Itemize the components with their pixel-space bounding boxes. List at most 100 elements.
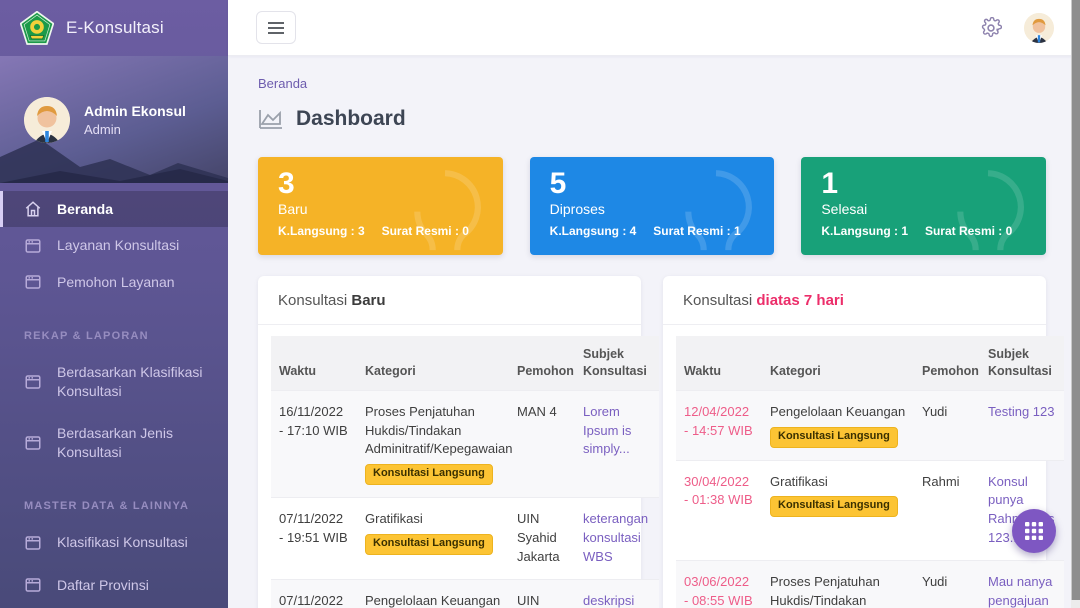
sidebar-item-klasifikasi-konsultasi[interactable]: Klasifikasi Konsultasi — [0, 524, 228, 560]
row-kategori: Proses Penjatuhan Hukdis/Tindakan Admini… — [770, 573, 906, 608]
stat-klangsung: K.Langsung : 3 — [278, 224, 365, 238]
col-subjek: Subjek Konsultasi — [575, 336, 659, 390]
subjek-link[interactable]: keterangan konsultasi WBS — [583, 511, 648, 564]
card-title: Konsultasi diatas 7 hari — [663, 276, 1046, 325]
dashboard-chart-icon — [258, 108, 284, 130]
row-date: 07/11/2022 — [279, 510, 349, 529]
row-kategori: Pengelolaan Keuangan — [365, 592, 501, 608]
tables-row: Konsultasi Baru Waktu Kategori Pemohon S… — [258, 276, 1046, 608]
sidebar-item-layanan-konsultasi[interactable]: Layanan Konsultasi — [0, 227, 228, 263]
sidebar-item-pemohon-layanan[interactable]: Pemohon Layanan — [0, 264, 228, 300]
row-pemohon: Yudi — [914, 390, 980, 460]
sidebar-header: E-Konsultasi — [0, 0, 228, 56]
row-pemohon: Rahmi — [914, 460, 980, 560]
row-date: 16/11/2022 — [279, 403, 349, 422]
stat-card-diproses[interactable]: 5 Diproses K.Langsung : 4 Surat Resmi : … — [530, 157, 775, 255]
row-kategori: Pengelolaan Keuangan — [770, 403, 906, 422]
quick-menu-fab-button[interactable] — [1012, 509, 1056, 553]
home-icon — [24, 200, 42, 218]
col-pemohon: Pemohon — [509, 336, 575, 390]
subjek-link[interactable]: Testing 123 — [988, 404, 1055, 419]
card-title-highlight: Baru — [351, 292, 385, 309]
app-window: E-Konsultasi Admin Ekonsul Admin — [0, 0, 1080, 608]
sidebar-item-label: Berdasarkan Klasifikasi Konsultasi — [57, 363, 207, 400]
row-pemohon: UIN Syahid Jakarta — [509, 498, 575, 580]
row-pemohon: Yudi — [914, 560, 980, 608]
row-pemohon: UIN Syahid Jakarta — [509, 579, 575, 608]
stat-klangsung: K.Langsung : 1 — [821, 224, 908, 238]
row-kategori: Gratifikasi — [365, 510, 501, 529]
page-title: Dashboard — [296, 107, 406, 131]
status-badge: Konsultasi Langsung — [365, 464, 493, 485]
page-header: Dashboard — [258, 107, 1046, 131]
row-kategori: Proses Penjatuhan Hukdis/Tindakan Admini… — [365, 403, 501, 460]
user-profile-panel: Admin Ekonsul Admin — [0, 56, 228, 183]
scrollbar-thumb[interactable] — [1071, 0, 1080, 600]
stat-cards-row: 3 Baru K.Langsung : 3 Surat Resmi : 0 5 … — [258, 157, 1046, 255]
row-time: - 17:10 WIB — [279, 422, 349, 441]
row-time: - 14:57 WIB — [684, 422, 754, 441]
lightbulb-icon — [395, 167, 495, 255]
table-row[interactable]: 03/06/2022- 08:55 WIB Proses Penjatuhan … — [676, 560, 1064, 608]
status-badge: Konsultasi Langsung — [770, 496, 898, 517]
row-time: - 19:51 WIB — [279, 529, 349, 548]
breadcrumb[interactable]: Beranda — [258, 76, 1046, 91]
window-icon — [24, 534, 42, 552]
sidebar-toggle-button[interactable] — [256, 11, 296, 44]
user-name: Admin Ekonsul — [84, 103, 186, 119]
row-time: - 01:38 WIB — [684, 491, 754, 510]
subjek-link[interactable]: Mau nanya pengajuan cuti tahunan.... — [988, 574, 1052, 608]
row-date: 12/04/2022 — [684, 403, 754, 422]
sidebar-item-label: Beranda — [57, 200, 113, 218]
subjek-link[interactable]: deskripsi 444 — [583, 593, 634, 608]
status-badge: Konsultasi Langsung — [365, 534, 493, 555]
col-pemohon: Pemohon — [914, 336, 980, 390]
stat-card-selesai[interactable]: 1 Selesai K.Langsung : 1 Surat Resmi : 0 — [801, 157, 1046, 255]
sidebar-menu: Beranda Layanan Konsultasi Pemohon Layan… — [0, 183, 228, 603]
row-time: - 08:55 WIB — [684, 592, 754, 608]
status-badge: Konsultasi Langsung — [770, 427, 898, 448]
sidebar-item-berdasarkan-jenis[interactable]: Berdasarkan Jenis Konsultasi — [0, 415, 228, 470]
topbar — [228, 0, 1080, 56]
sidebar-item-daftar-provinsi[interactable]: Daftar Provinsi — [0, 567, 228, 603]
sidebar-section-rekap-laporan: REKAP & LAPORAN — [0, 330, 228, 342]
konsultasi-diatas-7-hari-card: Konsultasi diatas 7 hari Waktu Kategori … — [663, 276, 1046, 608]
hamburger-icon — [267, 21, 285, 35]
table-row[interactable]: 12/04/2022- 14:57 WIB Pengelolaan Keuang… — [676, 390, 1064, 460]
user-info: Admin Ekonsul Admin — [84, 103, 186, 137]
lightbulb-icon — [938, 167, 1038, 255]
sidebar-item-beranda[interactable]: Beranda — [0, 191, 228, 227]
sidebar-item-label: Pemohon Layanan — [57, 273, 175, 291]
page-scrollbar[interactable] — [1071, 0, 1080, 608]
app-title: E-Konsultasi — [66, 18, 164, 38]
row-date: 30/04/2022 — [684, 473, 754, 492]
sidebar-item-label: Berdasarkan Jenis Konsultasi — [57, 424, 207, 461]
stat-card-baru[interactable]: 3 Baru K.Langsung : 3 Surat Resmi : 0 — [258, 157, 503, 255]
window-icon — [24, 434, 42, 452]
settings-gear-icon[interactable] — [980, 17, 1002, 39]
subjek-link[interactable]: Lorem Ipsum is simply... — [583, 404, 631, 457]
row-kategori: Gratifikasi — [770, 473, 906, 492]
window-icon — [24, 237, 42, 255]
table-row[interactable]: 07/11/2022- 19:44 WIB Pengelolaan Keuang… — [271, 579, 659, 608]
sidebar-item-label: Daftar Provinsi — [57, 576, 149, 594]
avatar[interactable] — [24, 97, 70, 143]
stat-klangsung: K.Langsung : 4 — [550, 224, 637, 238]
topbar-avatar[interactable] — [1024, 13, 1054, 43]
table-row[interactable]: 07/11/2022- 19:51 WIB Gratifikasi Konsult… — [271, 498, 659, 580]
card-title-highlight: diatas 7 hari — [756, 292, 844, 309]
col-kategori: Kategori — [762, 336, 914, 390]
kemenag-logo-icon — [20, 11, 54, 45]
sidebar-item-label: Layanan Konsultasi — [57, 236, 179, 254]
col-waktu: Waktu — [271, 336, 357, 390]
table-row[interactable]: 30/04/2022- 01:38 WIB Gratifikasi Konsult… — [676, 460, 1064, 560]
konsultasi-baru-table: Waktu Kategori Pemohon Subjek Konsultasi… — [271, 336, 659, 608]
grid-icon — [1024, 521, 1044, 541]
table-row[interactable]: 16/11/2022- 17:10 WIB Proses Penjatuhan … — [271, 390, 659, 497]
row-date: 07/11/2022 — [279, 592, 349, 608]
col-kategori: Kategori — [357, 336, 509, 390]
col-subjek: Subjek Konsultasi — [980, 336, 1064, 390]
row-pemohon: MAN 4 — [509, 390, 575, 497]
lightbulb-icon — [666, 167, 766, 255]
sidebar-item-berdasarkan-klasifikasi[interactable]: Berdasarkan Klasifikasi Konsultasi — [0, 354, 228, 409]
